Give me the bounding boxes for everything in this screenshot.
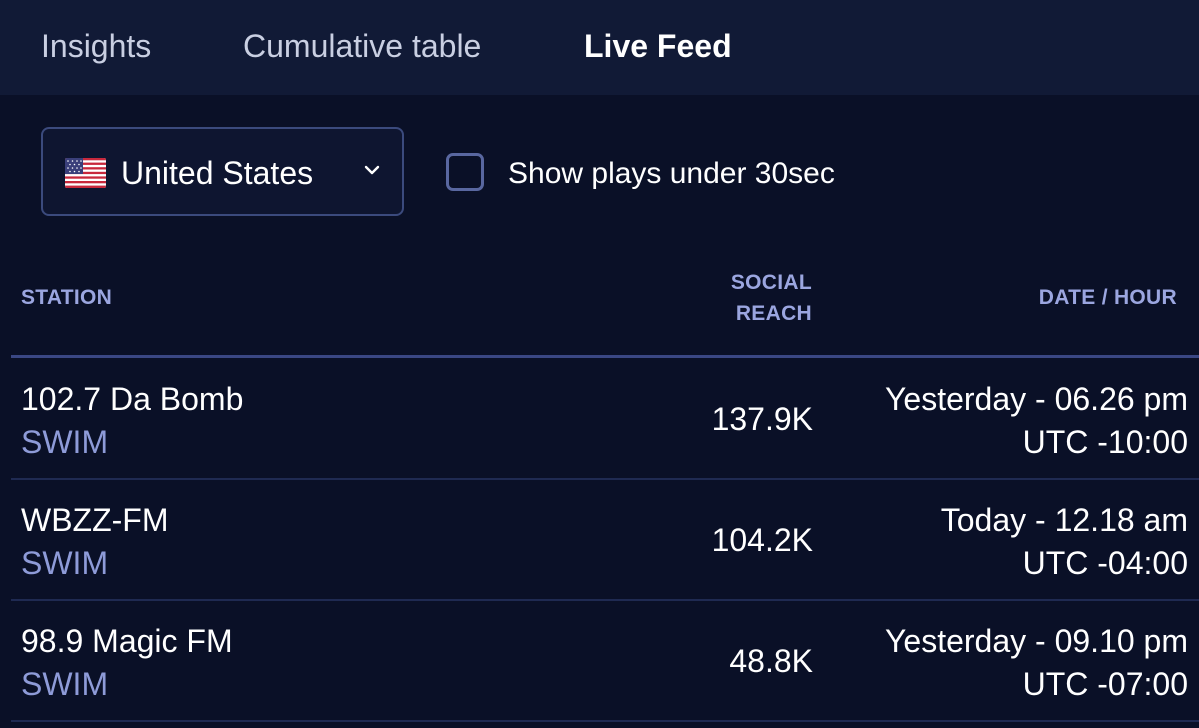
country-select[interactable]: United States	[41, 127, 404, 216]
column-header-date-hour: DATE / HOUR	[1038, 286, 1177, 309]
station-artist: SWIM	[21, 424, 109, 460]
station-name: WBZZ-FM	[21, 502, 169, 538]
tab-live-feed[interactable]: Live Feed	[584, 26, 732, 66]
column-header-station: STATION	[21, 286, 113, 309]
play-date: Today - 12.18 am	[940, 502, 1188, 538]
table-row[interactable]: 98.9 Magic FM SWIM 48.8K Yesterday - 09.…	[11, 601, 1199, 722]
play-date: Yesterday - 06.26 pm	[885, 381, 1188, 417]
row-divider	[11, 720, 1199, 722]
country-select-label: United States	[121, 155, 314, 191]
play-timezone: UTC -04:00	[1022, 545, 1188, 581]
short-plays-checkbox[interactable]	[446, 153, 484, 191]
tab-insights[interactable]: Insights	[41, 26, 151, 66]
us-flag-icon	[65, 158, 106, 188]
column-header-social-reach-line2: REACH	[735, 302, 812, 325]
column-header-social-reach-line1: SOCIAL	[730, 271, 812, 294]
social-reach-value: 137.9K	[711, 401, 813, 437]
table-row[interactable]: 102.7 Da Bomb SWIM 137.9K Yesterday - 06…	[11, 359, 1199, 480]
social-reach-value: 104.2K	[711, 522, 813, 558]
table-row[interactable]: WBZZ-FM SWIM 104.2K Today - 12.18 am UTC…	[11, 480, 1199, 601]
tab-cumulative-table[interactable]: Cumulative table	[243, 26, 481, 66]
station-artist: SWIM	[21, 666, 109, 702]
station-artist: SWIM	[21, 545, 109, 581]
play-date: Yesterday - 09.10 pm	[885, 623, 1188, 659]
chevron-down-icon	[361, 159, 383, 181]
column-header-social-reach: SOCIAL REACH	[652, 267, 812, 329]
play-timezone: UTC -10:00	[1022, 424, 1188, 460]
play-timezone: UTC -07:00	[1022, 666, 1188, 702]
social-reach-value: 48.8K	[729, 643, 813, 679]
table-header-divider	[11, 355, 1199, 358]
station-name: 98.9 Magic FM	[21, 623, 233, 659]
station-name: 102.7 Da Bomb	[21, 381, 244, 417]
short-plays-label[interactable]: Show plays under 30sec	[508, 155, 835, 193]
tab-bar: Insights Cumulative table Live Feed	[0, 0, 1199, 95]
